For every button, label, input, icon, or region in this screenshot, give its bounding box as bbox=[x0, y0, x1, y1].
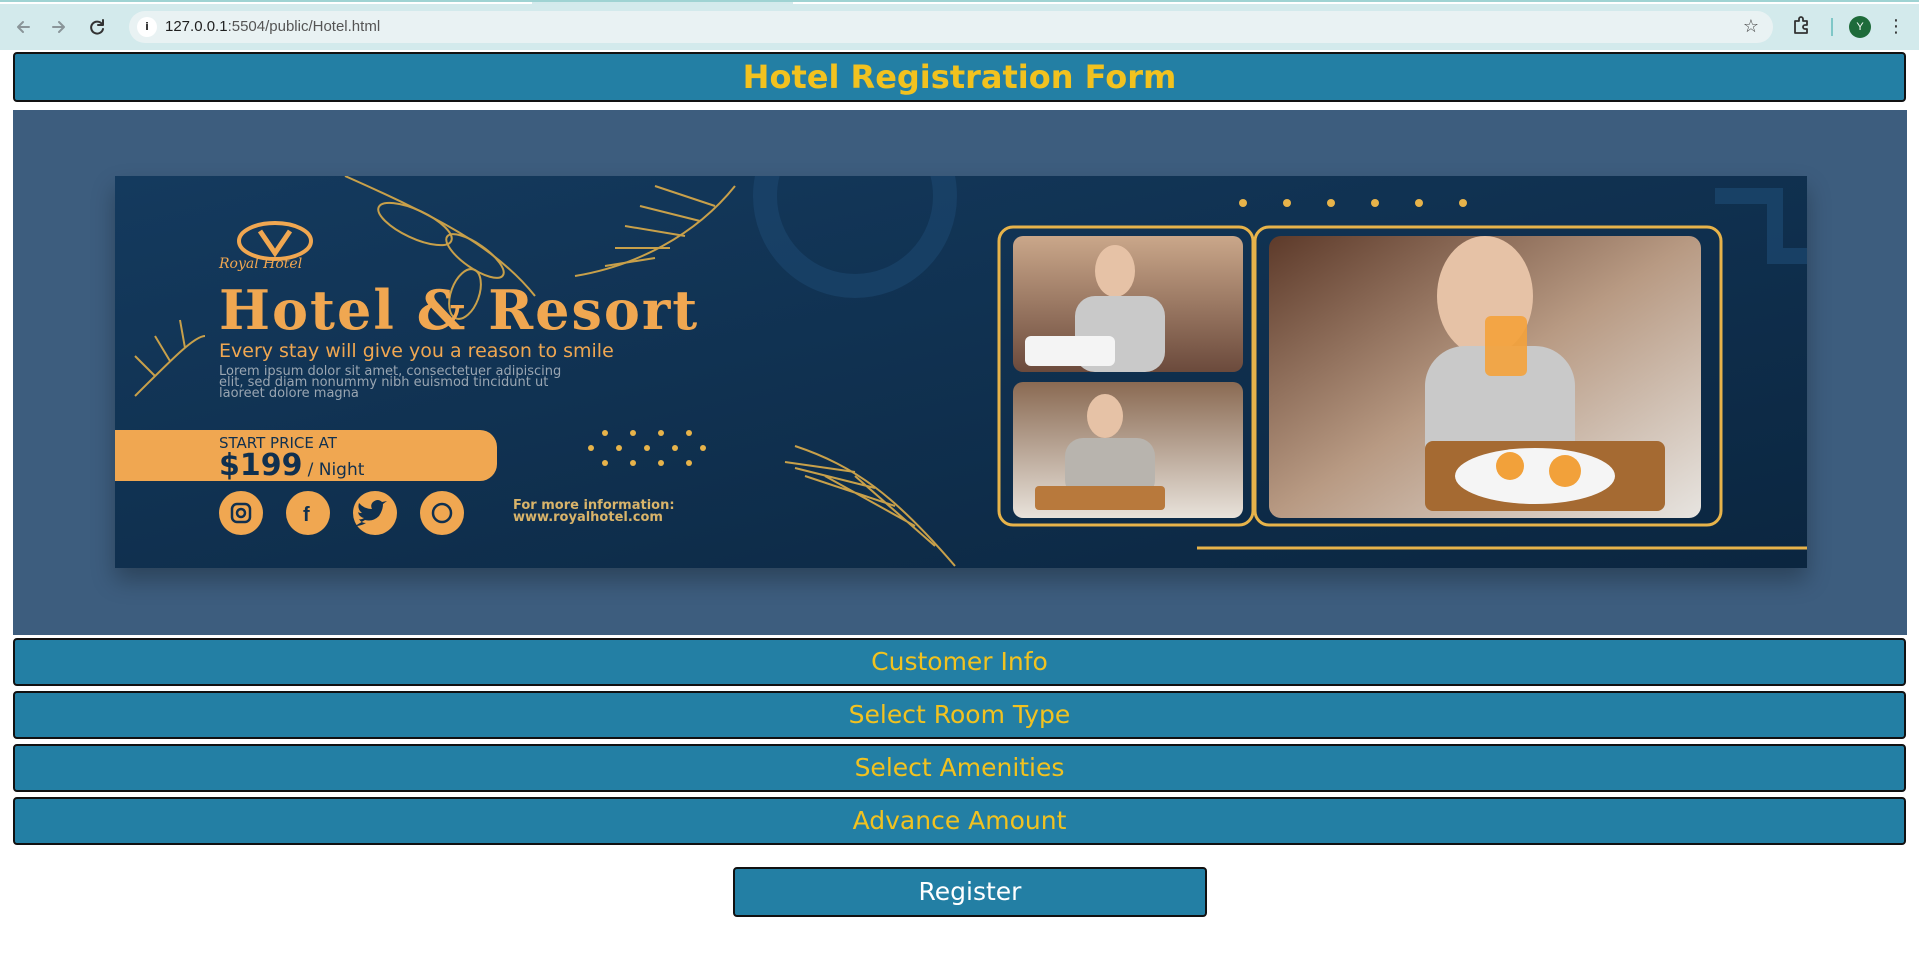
banner-tagline: Every stay will give you a reason to smi… bbox=[219, 340, 614, 362]
address-bar[interactable]: i 127.0.0.1:5504/public/Hotel.html ☆ bbox=[129, 11, 1773, 43]
browser-toolbar: i 127.0.0.1:5504/public/Hotel.html ☆ Y ⋮ bbox=[0, 0, 1919, 50]
banner-logo-text: Royal Hotel bbox=[219, 256, 303, 272]
banner-headline: Hotel & Resort bbox=[219, 278, 700, 342]
page-title: Hotel Registration Form bbox=[13, 52, 1906, 102]
section-select-room-type[interactable]: Select Room Type bbox=[13, 691, 1906, 739]
bookmark-star-icon[interactable]: ☆ bbox=[1743, 16, 1759, 37]
url-path: :5504/public/Hotel.html bbox=[227, 18, 381, 35]
profile-avatar[interactable]: Y bbox=[1849, 16, 1871, 38]
back-arrow-icon[interactable] bbox=[12, 16, 34, 38]
twitter-icon bbox=[353, 491, 397, 535]
kebab-menu-icon[interactable]: ⋮ bbox=[1887, 15, 1905, 39]
facebook-icon bbox=[286, 491, 330, 535]
forward-arrow-icon[interactable] bbox=[48, 16, 70, 38]
section-customer-info[interactable]: Customer Info bbox=[13, 638, 1906, 686]
extensions-icon[interactable] bbox=[1791, 15, 1811, 35]
tab-strip-edge bbox=[0, 2, 532, 4]
whatsapp-icon bbox=[420, 491, 464, 535]
tab-strip-edge bbox=[793, 2, 1919, 4]
banner-price-value: $199 bbox=[219, 448, 303, 483]
instagram-icon bbox=[219, 491, 263, 535]
toolbar-separator bbox=[1831, 18, 1833, 36]
hotel-banner-image: f Royal Hotel Hotel & Resort Every stay … bbox=[115, 176, 1807, 568]
register-button[interactable]: Register bbox=[733, 867, 1207, 917]
section-advance-amount[interactable]: Advance Amount bbox=[13, 797, 1906, 845]
banner-info: For more information: www.royalhotel.com bbox=[513, 499, 675, 525]
reload-icon[interactable] bbox=[86, 16, 108, 38]
banner-price-unit: / Night bbox=[307, 460, 365, 480]
banner-frame: f Royal Hotel Hotel & Resort Every stay … bbox=[13, 110, 1907, 635]
banner-body-text: Lorem ipsum dolor sit amet, consectetuer… bbox=[219, 365, 561, 400]
url-text[interactable]: 127.0.0.1:5504/public/Hotel.html bbox=[165, 18, 380, 35]
section-select-amenities[interactable]: Select Amenities bbox=[13, 744, 1906, 792]
banner-info-url: www.royalhotel.com bbox=[513, 510, 663, 525]
url-host: 127.0.0.1 bbox=[165, 18, 228, 35]
banner-price: $199 / Night bbox=[219, 448, 364, 483]
site-info-icon[interactable]: i bbox=[137, 17, 157, 37]
